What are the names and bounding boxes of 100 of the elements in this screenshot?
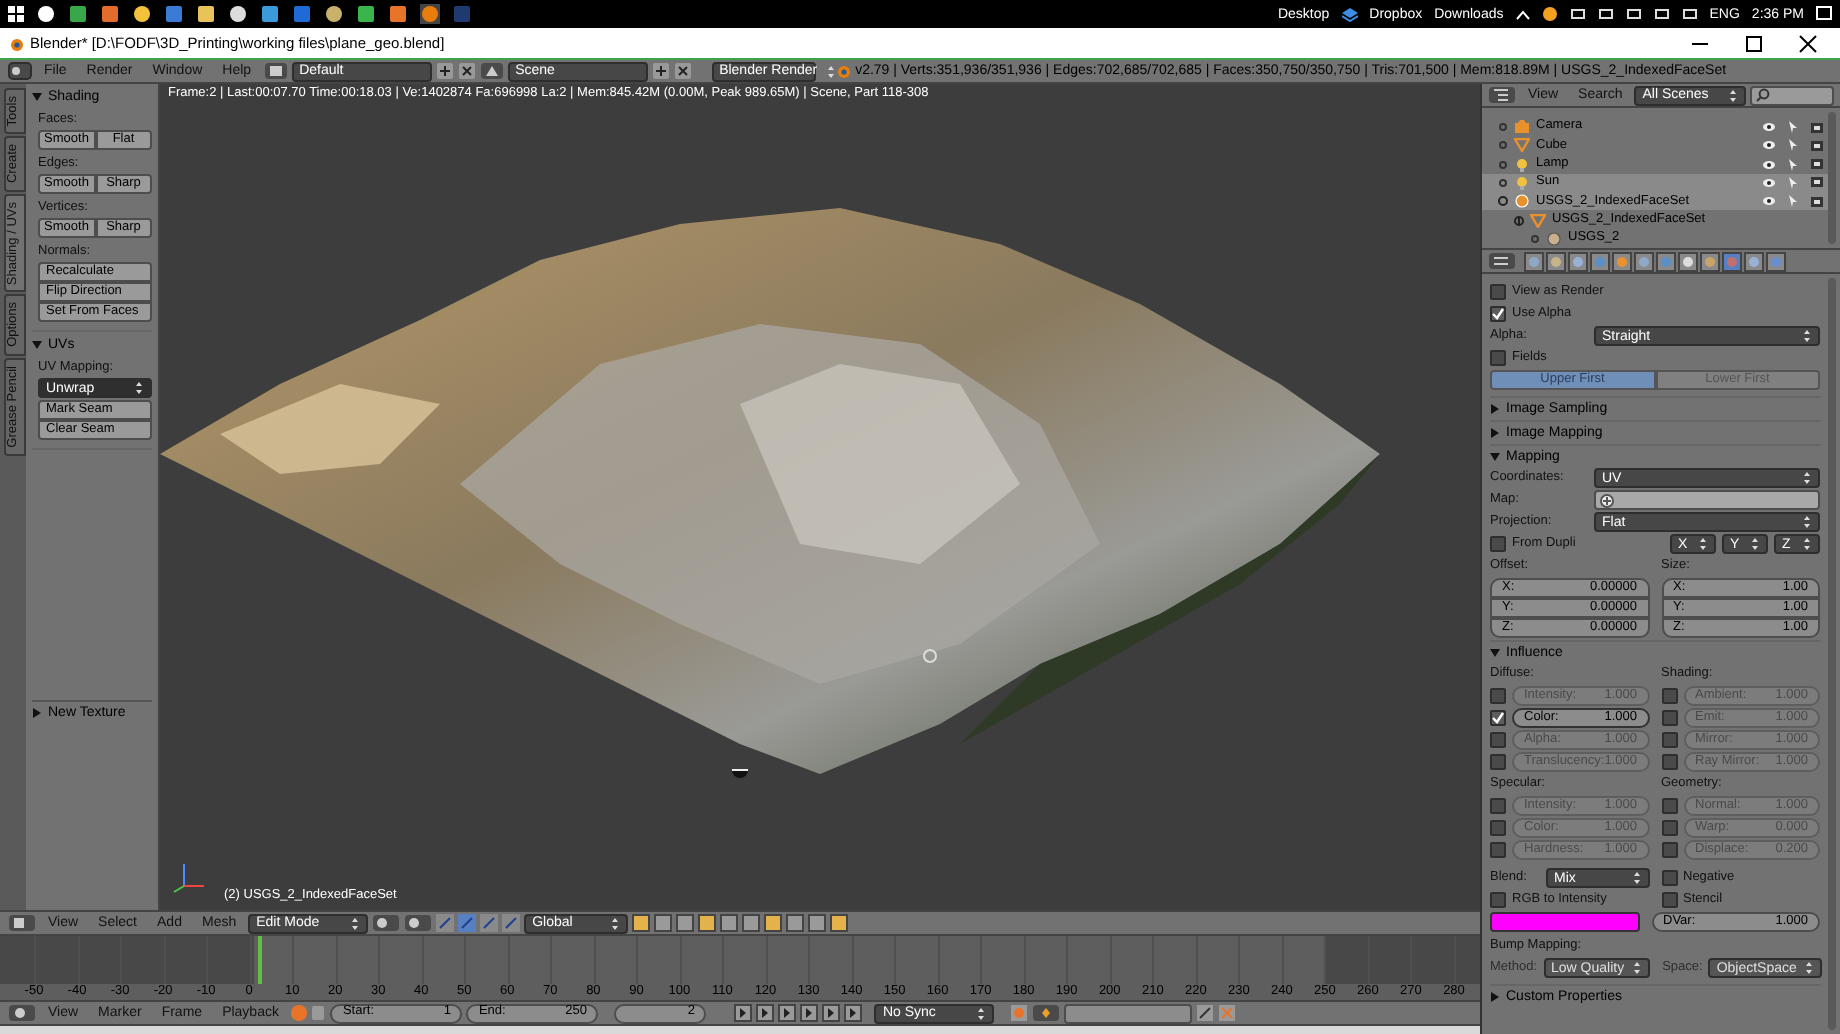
triangle-icon <box>1530 213 1546 228</box>
bulb-icon <box>1514 175 1530 190</box>
eye-icon[interactable] <box>1762 196 1776 207</box>
color-swatch[interactable] <box>1490 912 1639 932</box>
toolbar-square-icon[interactable] <box>632 914 651 932</box>
checkbox[interactable] <box>1490 842 1506 858</box>
triangle-down-icon <box>1490 648 1500 658</box>
checkbox[interactable] <box>1490 284 1506 300</box>
close-icon[interactable] <box>673 62 692 80</box>
property-tab-icon[interactable] <box>1612 251 1632 271</box>
checkbox[interactable] <box>1661 892 1677 908</box>
property-tab-icon[interactable] <box>1546 251 1566 271</box>
checkbox[interactable] <box>1490 350 1506 366</box>
checkbox[interactable] <box>1661 688 1677 704</box>
search-field[interactable] <box>1750 85 1834 105</box>
object-icon <box>1514 194 1530 209</box>
property-tab-icon[interactable] <box>1590 251 1610 271</box>
property-tab-icon[interactable] <box>1766 251 1786 271</box>
checkbox[interactable] <box>1661 710 1677 726</box>
search-icon <box>1756 88 1771 102</box>
editor-type-icon[interactable] <box>8 1004 36 1022</box>
triangle-down-icon <box>32 92 42 102</box>
updown-arrow-icon <box>1728 87 1739 103</box>
toolbar-square-icon[interactable] <box>808 914 827 932</box>
eye-icon[interactable] <box>1762 140 1776 151</box>
triangle-down-icon <box>32 340 42 350</box>
windows-logo-icon[interactable] <box>8 6 24 22</box>
axes-icon <box>168 858 208 894</box>
scene-icon[interactable] <box>479 62 504 80</box>
checkbox[interactable] <box>1661 820 1677 836</box>
expand-icon[interactable] <box>1514 215 1524 226</box>
property-tab-icon[interactable] <box>1656 251 1676 271</box>
checkbox[interactable] <box>1661 754 1677 770</box>
keyframe-icon[interactable] <box>1032 1004 1061 1022</box>
cursor-marker-icon <box>732 768 748 780</box>
updown-arrow-icon <box>134 380 144 396</box>
checkbox[interactable] <box>1661 798 1677 814</box>
property-tab-icon[interactable] <box>1700 251 1720 271</box>
eye-icon[interactable] <box>1762 177 1776 188</box>
toolbar-square-icon[interactable] <box>786 914 805 932</box>
layout-grid-icon[interactable] <box>263 62 288 80</box>
updown-arrow-icon <box>350 915 361 931</box>
editor-type-icon[interactable] <box>1488 252 1516 270</box>
playhead[interactable] <box>257 936 262 984</box>
editor-type-icon[interactable] <box>8 914 36 932</box>
checkbox[interactable] <box>1490 892 1506 908</box>
close-icon[interactable] <box>457 62 476 80</box>
updown-arrow-icon <box>1750 536 1760 552</box>
toolbar-square-icon[interactable] <box>676 914 695 932</box>
bulb-icon <box>1514 157 1530 172</box>
property-tab-icon[interactable] <box>1524 251 1544 271</box>
check-icon <box>1492 308 1504 320</box>
add-icon[interactable] <box>435 62 454 80</box>
check-icon <box>1492 712 1504 724</box>
updown-arrow-icon <box>610 915 621 931</box>
checkbox[interactable] <box>1490 536 1506 552</box>
triangle-down-icon <box>1490 452 1500 462</box>
toolbar-square-icon[interactable] <box>764 914 783 932</box>
connector-dot-icon <box>1498 177 1508 188</box>
eye-icon[interactable] <box>1762 159 1776 170</box>
updown-arrow-icon <box>1804 960 1815 976</box>
toolbar-square-icon[interactable] <box>742 914 761 932</box>
object-origin-icon <box>922 648 938 664</box>
checkbox[interactable] <box>1661 870 1677 886</box>
info-editor-icon[interactable] <box>8 62 32 80</box>
keying-set-field[interactable] <box>1064 1003 1193 1023</box>
sphere-icon <box>1546 231 1562 246</box>
chevron-up-icon[interactable] <box>1515 9 1530 19</box>
checkbox[interactable] <box>1661 732 1677 748</box>
toolbar-square-icon[interactable] <box>830 914 849 932</box>
checkbox[interactable] <box>1490 732 1506 748</box>
property-tab-icon[interactable] <box>1568 251 1588 271</box>
checkbox[interactable] <box>1490 688 1506 704</box>
eye-icon[interactable] <box>1762 122 1776 133</box>
dropbox-box-icon[interactable] <box>1341 7 1358 21</box>
connector-dot-icon <box>1498 122 1508 133</box>
property-tab-icon[interactable] <box>1744 251 1764 271</box>
connector-dot-icon <box>1498 140 1508 151</box>
notification-icon[interactable] <box>1816 6 1832 22</box>
toolbar-square-icon[interactable] <box>698 914 717 932</box>
toolbar-square-icon[interactable] <box>654 914 673 932</box>
updown-arrow-icon <box>825 63 836 79</box>
checkbox[interactable] <box>1490 754 1506 770</box>
property-tab-icon[interactable] <box>1634 251 1654 271</box>
play-icon[interactable] <box>800 1004 819 1022</box>
add-icon[interactable] <box>651 62 670 80</box>
checkbox[interactable] <box>1490 798 1506 814</box>
property-tab-icon[interactable] <box>1678 251 1698 271</box>
map-field[interactable] <box>1594 490 1820 510</box>
checkbox[interactable] <box>1490 820 1506 836</box>
updown-arrow-icon <box>1802 470 1812 486</box>
checkbox[interactable] <box>1661 842 1677 858</box>
checkbox[interactable] <box>1490 306 1506 322</box>
checkbox[interactable] <box>1490 710 1506 726</box>
triangle-right-icon <box>1490 428 1500 438</box>
editor-type-icon[interactable] <box>1488 86 1516 104</box>
toolbar-square-icon[interactable] <box>720 914 739 932</box>
updown-arrow-icon <box>1802 536 1812 552</box>
uv-map-icon <box>1600 493 1614 507</box>
camera-icon <box>1514 120 1530 135</box>
